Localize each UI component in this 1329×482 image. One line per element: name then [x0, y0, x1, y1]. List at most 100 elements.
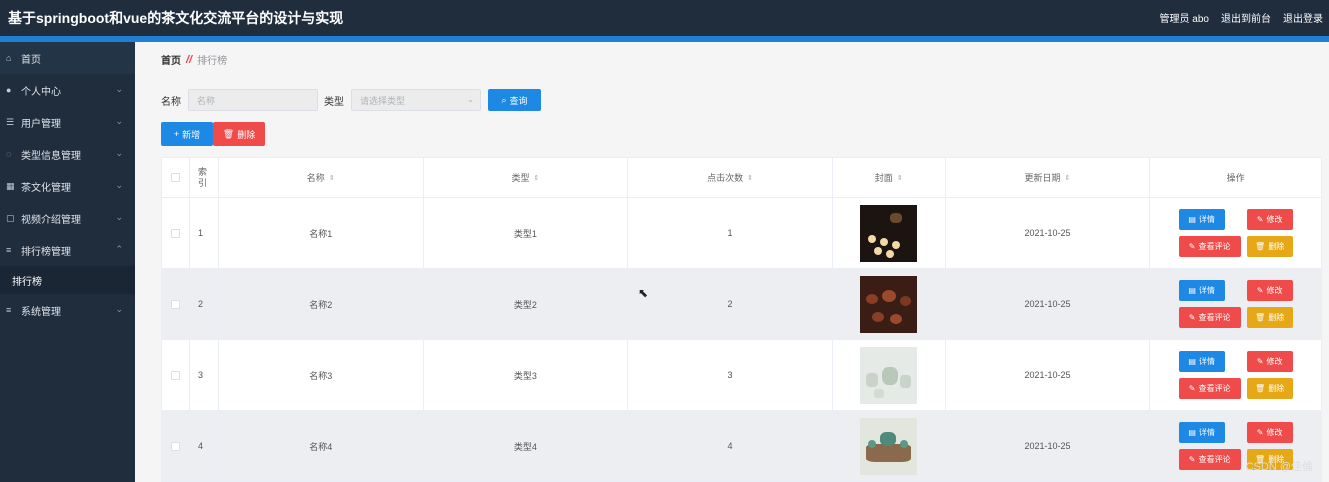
sidebar-item-label: 视频介绍管理 [21, 214, 81, 226]
row-name: 名称3 [219, 340, 424, 410]
sidebar-item-user-management[interactable]: ☰ 用户管理 ⌄ [0, 106, 135, 138]
menu-icon: ≡ [6, 305, 12, 315]
query-button[interactable]: ⌕ 查询 [488, 89, 541, 111]
row-select-cell [162, 269, 190, 339]
sidebar-item-label: 用户管理 [21, 118, 61, 130]
view-comments-button[interactable]: ✎ 查看评论 [1178, 378, 1241, 399]
sidebar-item-ranking-management[interactable]: ≡ 排行榜管理 ⌃ [0, 234, 135, 266]
tag-icon: ◌ [6, 149, 12, 159]
row-select-cell [162, 198, 190, 268]
edit-button[interactable]: ✎ 修改 [1246, 422, 1293, 443]
app-title: 基于springboot和vue的茶文化交流平台的设计与实现 [8, 10, 344, 26]
row-index: 1 [190, 198, 219, 268]
view-comments-button[interactable]: ✎ 查看评论 [1178, 236, 1241, 257]
ranking-table: 索引 名称 ⇕ 类型 ⇕ 点击次数 ⇕ 封面 ⇕ 更新日期 ⇕ 操作 1 名称1 类型1 … [161, 157, 1322, 482]
name-label: 名称 [161, 96, 181, 108]
sidebar-item-system-management[interactable]: ≡ 系统管理 ⌄ [0, 294, 135, 326]
detail-button[interactable]: ▤ 详情 [1178, 209, 1225, 230]
row-clicks: 4 [628, 411, 833, 481]
select-all-checkbox[interactable] [170, 173, 180, 182]
chevron-down-icon: ⌄ [115, 116, 123, 126]
menu-icon: ≡ [6, 245, 12, 255]
row-date: 2021-10-25 [946, 198, 1151, 268]
type-label: 类型 [324, 96, 344, 108]
view-comments-button[interactable]: ✎ 查看评论 [1178, 307, 1241, 328]
row-checkbox[interactable] [170, 228, 180, 238]
delete-button[interactable]: 🗑 删除 [1246, 236, 1293, 257]
edit-button[interactable]: ✎ 修改 [1246, 280, 1293, 301]
header-name[interactable]: 名称 ⇕ [219, 158, 424, 197]
row-clicks: 2 [628, 269, 833, 339]
sidebar-item-personal-center[interactable]: ● 个人中心 ⌄ [0, 74, 135, 106]
row-name: 名称1 [219, 198, 424, 268]
sort-icon: ⇕ [533, 174, 540, 182]
chevron-up-icon: ⌃ [115, 244, 123, 254]
batch-delete-button[interactable]: 🗑 删除 [213, 122, 265, 146]
edit-button[interactable]: ✎ 修改 [1246, 209, 1293, 230]
name-search-input[interactable]: 名称 [188, 89, 318, 111]
delete-button[interactable]: 🗑 删除 [1246, 378, 1293, 399]
row-cover-cell [833, 340, 946, 410]
row-type: 类型3 [424, 340, 629, 410]
sidebar-item-label: 系统管理 [21, 306, 61, 318]
cover-image [860, 346, 918, 404]
type-select[interactable]: 请选择类型 ⌄ [351, 89, 481, 111]
cover-image [860, 204, 918, 262]
row-clicks: 3 [628, 340, 833, 410]
edit-icon: ✎ [1256, 215, 1264, 224]
header-clicks[interactable]: 点击次数 ⇕ [628, 158, 833, 197]
row-index: 2 [190, 269, 219, 339]
row-checkbox[interactable] [170, 299, 180, 309]
chevron-down-icon: ⌄ [467, 95, 474, 104]
logout-link[interactable]: 退出登录 [1283, 10, 1323, 25]
cover-image [860, 417, 918, 475]
header-date[interactable]: 更新日期 ⇕ [946, 158, 1151, 197]
row-checkbox[interactable] [170, 370, 180, 380]
select-all-cell [162, 158, 190, 197]
detail-button[interactable]: ▤ 详情 [1178, 280, 1225, 301]
sidebar-item-video-management[interactable]: ▢ 视频介绍管理 ⌄ [0, 202, 135, 234]
sidebar-item-type-management[interactable]: ◌ 类型信息管理 ⌄ [0, 138, 135, 170]
row-name: 名称2 [219, 269, 424, 339]
chevron-down-icon: ⌄ [115, 212, 123, 222]
view-comments-button[interactable]: ✎ 查看评论 [1178, 449, 1241, 470]
delete-button[interactable]: 🗑 删除 [1246, 307, 1293, 328]
table-row: 2 名称2 类型2 2 2021-10-25 ▤详情 ✎修改 ✎查看评论 [162, 269, 1321, 340]
row-checkbox[interactable] [170, 441, 180, 451]
table-row: 3 名称3 类型3 3 2021-10-25 ▤ 详情 ✎ 修改 ✎ 查看评论 🗑 删除 [162, 340, 1321, 411]
row-actions: ▤ 详情 ✎ 修改 ✎ 查看评论 🗑 删除 [1150, 198, 1321, 268]
sidebar-item-tea-culture-management[interactable]: ▦ 茶文化管理 ⌄ [0, 170, 135, 202]
row-name: 名称4 [219, 411, 424, 481]
row-type: 类型4 [424, 411, 629, 481]
row-select-cell [162, 411, 190, 481]
sort-icon: ⇕ [747, 174, 753, 182]
sidebar-item-label: 个人中心 [21, 86, 61, 98]
search-icon: ⌕ [501, 94, 507, 105]
table-header: 索引 名称 ⇕ 类型 ⇕ 点击次数 ⇕ 封面 ⇕ 更新日期 ⇕ 操作 [162, 158, 1321, 198]
detail-button[interactable]: ▤ 详情 [1178, 422, 1225, 443]
breadcrumb-separator-icon: // [186, 53, 193, 66]
add-button[interactable]: + 新增 [161, 122, 213, 146]
trash-icon: 🗑 [222, 128, 235, 139]
edit-icon: ✎ [1256, 357, 1264, 366]
detail-button[interactable]: ▤ 详情 [1178, 351, 1225, 372]
document-icon: ▤ [1188, 286, 1196, 295]
main-content: 首页 // 排行榜 名称 名称 类型 请选择类型 ⌄ ⌕ 查询 + 新增 🗑 删… [135, 42, 1329, 482]
row-index: 3 [190, 340, 219, 410]
edit-button[interactable]: ✎ 修改 [1246, 351, 1293, 372]
action-bar: + 新增 🗑 删除 [161, 122, 265, 146]
sidebar-item-home[interactable]: ⌂ 首页 [0, 42, 135, 74]
document-icon: ▤ [1188, 428, 1196, 437]
sidebar-subitem-ranking[interactable]: 排行榜 [0, 266, 135, 294]
list-icon: ☰ [6, 116, 15, 127]
back-to-frontend-link[interactable]: 退出到前台 [1221, 10, 1271, 25]
breadcrumb-home[interactable]: 首页 [161, 52, 181, 67]
header-cover[interactable]: 封面 ⇕ [833, 158, 946, 197]
sort-icon: ⇕ [1064, 174, 1071, 182]
header-type[interactable]: 类型 ⇕ [424, 158, 629, 197]
sidebar-item-label: 排行榜管理 [21, 246, 71, 258]
row-date: 2021-10-25 [946, 340, 1151, 410]
watermark: CSDN @佳倫 [1245, 461, 1313, 473]
row-date: 2021-10-25 [946, 269, 1151, 339]
edit-icon: ✎ [1188, 242, 1196, 251]
